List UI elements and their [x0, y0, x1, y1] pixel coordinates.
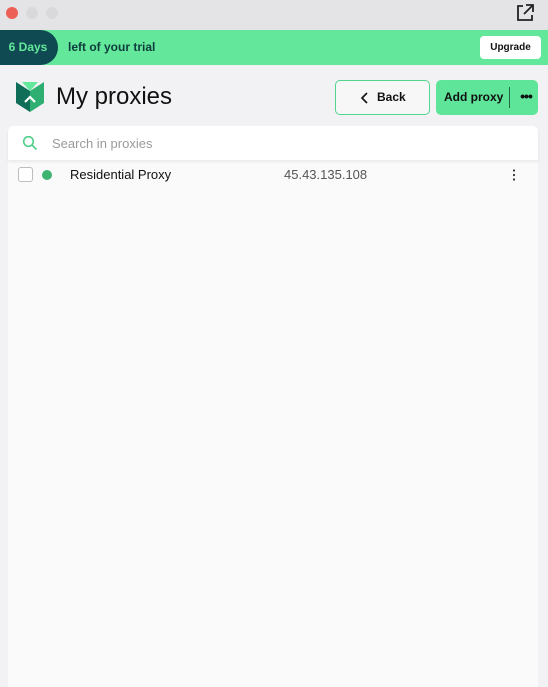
search-input[interactable]	[52, 132, 512, 154]
status-online-dot	[42, 170, 52, 180]
kebab-menu-icon[interactable]	[508, 167, 520, 183]
proxy-name: Residential Proxy	[70, 167, 172, 182]
page-title: My proxies	[56, 83, 173, 110]
search-bar	[8, 126, 538, 160]
window-titlebar	[0, 0, 548, 30]
upgrade-button[interactable]: Upgrade	[480, 36, 541, 59]
more-options-button[interactable]: •••	[514, 80, 538, 113]
trial-days-badge: 6 Days	[0, 30, 58, 65]
proxy-row[interactable]: Residential Proxy 45.43.135.108	[8, 164, 538, 186]
proxy-ip: 45.43.135.108	[284, 167, 368, 182]
trial-message: left of your trial	[68, 40, 156, 54]
search-icon	[22, 135, 38, 151]
zoom-window-button[interactable]	[46, 7, 58, 19]
minimize-window-button[interactable]	[26, 7, 38, 19]
app-logo	[16, 82, 44, 112]
chevron-left-icon	[360, 92, 368, 104]
trial-banner: 6 Days left of your trial Upgrade	[0, 30, 548, 65]
proxy-select-checkbox[interactable]	[18, 167, 33, 182]
proxy-list-panel: Residential Proxy 45.43.135.108	[8, 126, 538, 687]
back-button[interactable]: Back	[335, 80, 430, 115]
add-proxy-button[interactable]: Add proxy •••	[436, 80, 538, 115]
external-link-icon[interactable]	[514, 2, 536, 24]
add-proxy-label: Add proxy	[444, 90, 504, 104]
back-button-label: Back	[377, 90, 406, 104]
button-divider	[509, 87, 510, 108]
close-window-button[interactable]	[6, 7, 18, 19]
